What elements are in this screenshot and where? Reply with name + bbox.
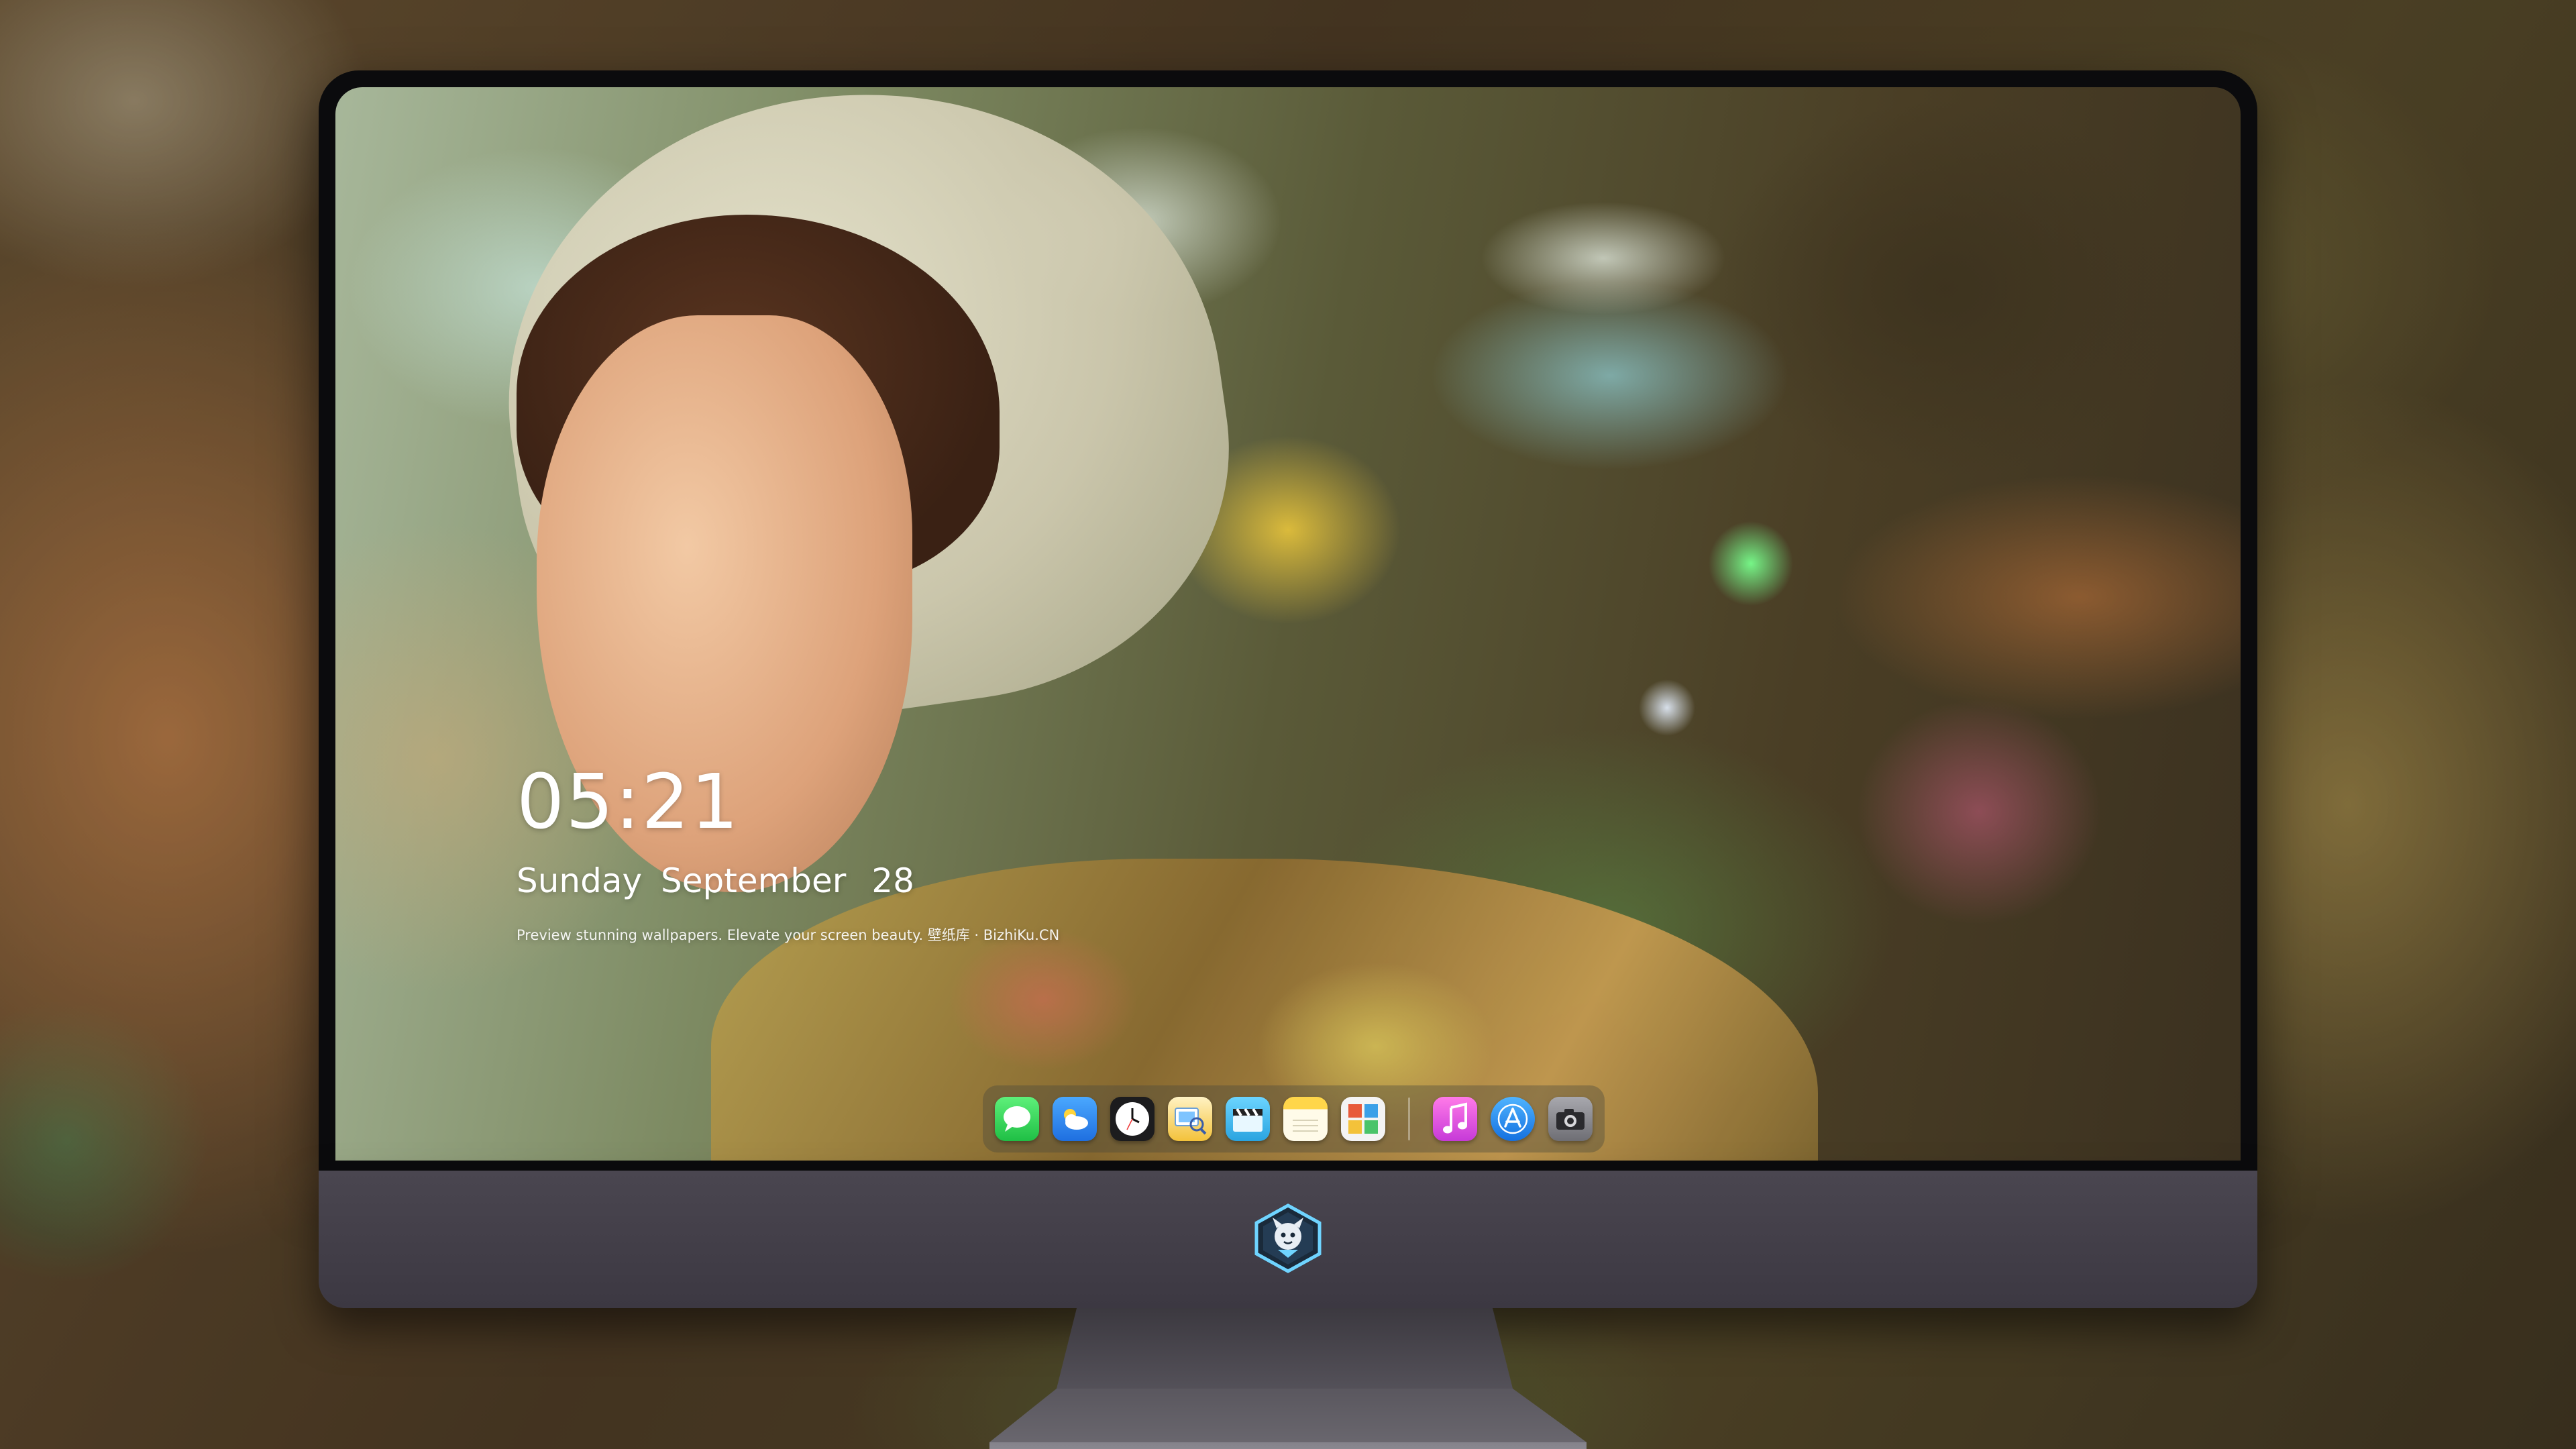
date-month: September [661, 861, 847, 900]
camera-icon[interactable] [1548, 1097, 1593, 1141]
weather-icon[interactable] [1053, 1097, 1097, 1141]
clock-icon[interactable] [1110, 1097, 1155, 1141]
clock-time: 05:21 [517, 759, 740, 846]
date-weekday: Sunday [517, 861, 643, 900]
lockscreen-clock: 05:21 Sunday September 28 Preview stunni… [517, 765, 1059, 945]
clock-date: Sunday September 28 [517, 864, 1059, 898]
mascot-badge-icon [1252, 1203, 1324, 1274]
photo-grid-icon[interactable] [1341, 1097, 1385, 1141]
preview-icon[interactable] [1168, 1097, 1212, 1141]
monitor: 05:21 Sunday September 28 Preview stunni… [319, 70, 2257, 1308]
dock-separator [1408, 1097, 1410, 1140]
notes-icon[interactable] [1283, 1097, 1328, 1141]
monitor-chin [319, 1171, 2257, 1308]
wallpaper-preview-stage: 05:21 Sunday September 28 Preview stunni… [0, 0, 2576, 1449]
monitor-stand [989, 1308, 1587, 1449]
dock [983, 1085, 1605, 1152]
date-day: 28 [871, 861, 914, 900]
messages-icon[interactable] [995, 1097, 1039, 1141]
monitor-bezel: 05:21 Sunday September 28 Preview stunni… [319, 70, 2257, 1171]
app-store-icon[interactable] [1491, 1097, 1535, 1141]
lock-screen: 05:21 Sunday September 28 Preview stunni… [335, 87, 2241, 1161]
music-icon[interactable] [1433, 1097, 1477, 1141]
clapperboard-icon[interactable] [1226, 1097, 1270, 1141]
wallpaper-caption: Preview stunning wallpapers. Elevate you… [517, 927, 1060, 943]
